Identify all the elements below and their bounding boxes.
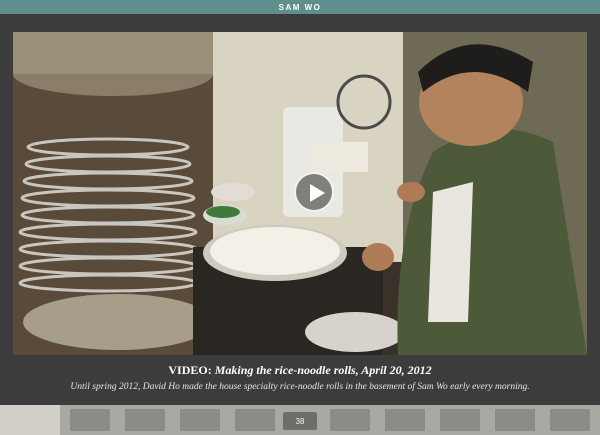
page-footer: 38 [0,405,600,435]
video-caption: VIDEO: Making the rice-noodle rolls, Apr… [0,363,600,392]
play-icon [310,184,325,202]
video-player[interactable] [13,32,587,355]
app-title: SAM WO [278,2,322,12]
caption-headline: VIDEO: Making the rice-noodle rolls, Apr… [0,363,600,378]
media-stage: VIDEO: Making the rice-noodle rolls, Apr… [0,14,600,405]
caption-lead: VIDEO: [168,363,212,377]
header-bar: SAM WO [0,0,600,14]
page-number[interactable]: 38 [283,412,317,430]
caption-title: Making the rice-noodle rolls, April 20, … [214,363,432,377]
play-button[interactable] [294,172,334,212]
caption-body: Until spring 2012, David Ho made the hou… [70,382,530,392]
